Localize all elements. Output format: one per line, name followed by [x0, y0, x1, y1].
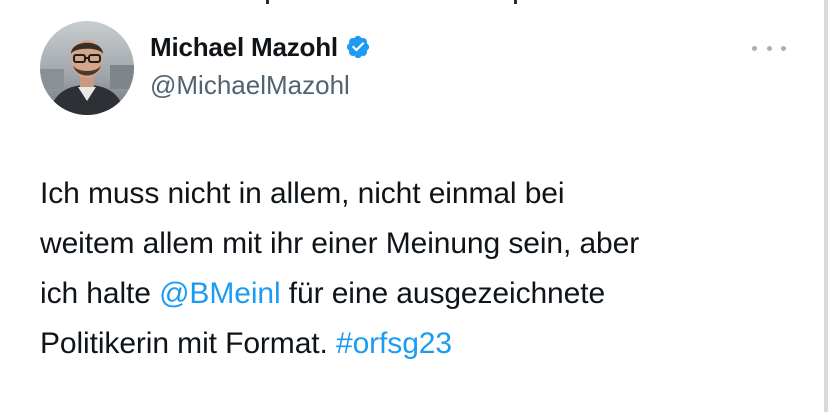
- tweet-text-line: Politikerin mit Format. #orfsg23: [40, 319, 800, 369]
- verified-badge-icon: [346, 35, 370, 59]
- more-dot: [752, 45, 757, 51]
- right-edge: [824, 0, 828, 412]
- tweet-text-line: Ich muss nicht in allem, nicht einmal be…: [40, 177, 565, 210]
- author-display-name[interactable]: Michael Mazohl: [150, 32, 338, 63]
- mention-link[interactable]: @BMeinl: [159, 277, 281, 310]
- author-handle[interactable]: @MichaelMazohl: [150, 70, 350, 101]
- tweet-card: Michael Mazohl @MichaelMazohl Ich muss n…: [0, 0, 824, 412]
- tweet-text-fragment: ich halte: [40, 277, 160, 310]
- profile-photo-icon: [40, 21, 134, 115]
- tweet-text-line: ich halte @BMeinl für eine ausgezeichnet…: [40, 269, 800, 319]
- tweet-text-fragment: für eine ausgezeichnete: [280, 277, 606, 310]
- author-name-row: Michael Mazohl: [150, 30, 371, 64]
- more-dot: [781, 45, 786, 51]
- tweet-text-line: weitem allem mit ihr einer Meinung sein,…: [40, 227, 640, 260]
- author-avatar[interactable]: [40, 21, 134, 115]
- hashtag-link[interactable]: #orfsg23: [336, 327, 452, 360]
- more-options-icon[interactable]: [752, 38, 786, 58]
- tweet-text-fragment: Politikerin mit Format.: [40, 327, 336, 360]
- tweet-text: Ich muss nicht in allem, nicht einmal be…: [40, 169, 800, 369]
- more-dot: [766, 45, 772, 51]
